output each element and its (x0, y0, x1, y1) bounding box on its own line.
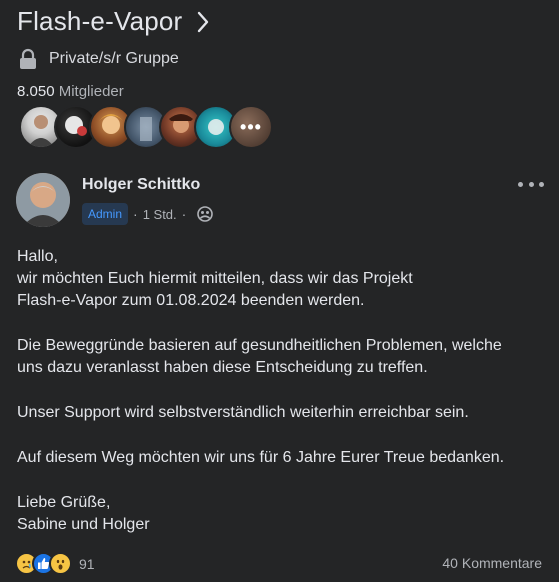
post-signature: Sabine und Holger (17, 516, 150, 533)
reaction-summary[interactable]: 91 (15, 552, 95, 575)
chevron-right-icon[interactable] (196, 8, 214, 36)
meta-separator: · (133, 206, 138, 222)
post-text-line: Auf diesem Weg möchten wir uns für 6 Jah… (17, 449, 505, 466)
dot (539, 181, 544, 187)
post-greeting: Hallo, (17, 248, 58, 265)
admin-badge: Admin (82, 203, 129, 225)
group-audience-icon (197, 206, 214, 222)
post-closing: Liebe Grüße, (17, 494, 111, 511)
group-privacy: Private/s/r Gruppe (18, 48, 179, 70)
privacy-label: Private/s/r Gruppe (49, 50, 179, 67)
dot (518, 181, 523, 187)
more-members-label: ••• (240, 116, 262, 137)
member-avatars[interactable]: ••• (19, 105, 273, 149)
post-body: Hallo, wir möchten Euch hiermit mitteile… (17, 246, 552, 536)
post-text-line: wir möchten Euch hiermit mitteilen, dass… (17, 270, 413, 287)
post-text-line: Die Beweggründe basieren auf gesundheitl… (17, 337, 502, 354)
comment-count-link[interactable]: 40 Kommentare (442, 555, 542, 571)
group-header[interactable]: Flash-e-Vapor (17, 6, 214, 37)
dot (528, 181, 534, 187)
wow-reaction-icon (49, 552, 72, 575)
post-meta: Admin · 1 Std. · (82, 203, 214, 225)
post-text-line: Unser Support wird selbstverständlich we… (17, 404, 469, 421)
post-options-button[interactable] (518, 178, 544, 190)
member-count[interactable]: 8.050 Mitglieder (17, 83, 124, 100)
post-time[interactable]: 1 Std. (143, 207, 177, 222)
post-text-line: Flash-e-Vapor zum 01.08.2024 beenden wer… (17, 292, 365, 309)
post-text-line: uns dazu veranlasst haben diese Entschei… (17, 359, 428, 376)
author-avatar[interactable] (16, 173, 70, 227)
group-title[interactable]: Flash-e-Vapor (17, 6, 182, 37)
meta-separator: · (181, 206, 187, 222)
member-count-value: 8.050 (17, 83, 55, 100)
lock-icon (18, 48, 38, 70)
member-count-label: Mitglieder (58, 83, 124, 100)
more-members-avatar[interactable]: ••• (229, 105, 273, 149)
author-name[interactable]: Holger Schittko (82, 176, 200, 194)
reaction-count: 91 (79, 555, 95, 572)
